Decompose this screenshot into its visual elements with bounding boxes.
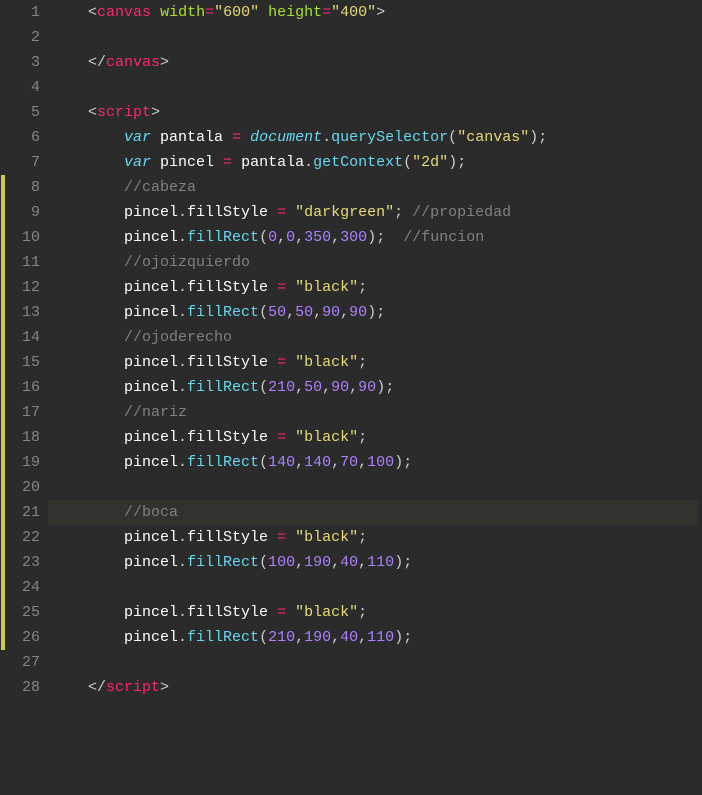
line-number: 20: [6, 475, 40, 500]
code-line[interactable]: pincel.fillRect(0,0,350,300); //funcion: [48, 225, 698, 250]
line-number: 4: [6, 75, 40, 100]
code-line[interactable]: //cabeza: [48, 175, 698, 200]
code-line[interactable]: //ojoderecho: [48, 325, 698, 350]
code-line[interactable]: [48, 650, 698, 675]
code-line[interactable]: <script>: [48, 100, 698, 125]
change-marker: [1, 425, 5, 450]
line-number: 1: [6, 0, 40, 25]
code-area[interactable]: <canvas width="600" height="400"> </canv…: [48, 0, 702, 795]
line-number: 13: [6, 300, 40, 325]
line-number: 5: [6, 100, 40, 125]
change-marker: [1, 225, 5, 250]
code-line[interactable]: pincel.fillStyle = "black";: [48, 425, 698, 450]
change-marker: [1, 625, 5, 650]
line-number: 11: [6, 250, 40, 275]
code-line[interactable]: pincel.fillStyle = "black";: [48, 275, 698, 300]
line-number: 22: [6, 525, 40, 550]
line-number: 6: [6, 125, 40, 150]
change-marker: [1, 375, 5, 400]
line-number: 7: [6, 150, 40, 175]
line-number: 10: [6, 225, 40, 250]
change-marker: [1, 550, 5, 575]
line-number: 14: [6, 325, 40, 350]
line-number: 8: [6, 175, 40, 200]
code-editor[interactable]: 1234567891011121314151617181920212223242…: [0, 0, 702, 795]
line-number: 26: [6, 625, 40, 650]
code-line[interactable]: //nariz: [48, 400, 698, 425]
code-line[interactable]: pincel.fillRect(210,50,90,90);: [48, 375, 698, 400]
change-marker: [1, 450, 5, 475]
code-line[interactable]: pincel.fillRect(50,50,90,90);: [48, 300, 698, 325]
line-number: 25: [6, 600, 40, 625]
change-marker: [1, 575, 5, 600]
code-line[interactable]: </script>: [48, 675, 698, 700]
change-marker: [1, 500, 5, 525]
line-number: 17: [6, 400, 40, 425]
line-number: 27: [6, 650, 40, 675]
change-marker: [1, 200, 5, 225]
line-number-gutter: 1234567891011121314151617181920212223242…: [6, 0, 48, 795]
code-line[interactable]: pincel.fillStyle = "black";: [48, 350, 698, 375]
code-line[interactable]: [48, 75, 698, 100]
code-line[interactable]: var pincel = pantala.getContext("2d");: [48, 150, 698, 175]
code-line[interactable]: pincel.fillStyle = "black";: [48, 600, 698, 625]
change-marker: [1, 400, 5, 425]
code-line[interactable]: <canvas width="600" height="400">: [48, 0, 698, 25]
line-number: 2: [6, 25, 40, 50]
line-number: 23: [6, 550, 40, 575]
code-line[interactable]: [48, 475, 698, 500]
line-number: 12: [6, 275, 40, 300]
change-marker: [1, 525, 5, 550]
change-marker: [1, 275, 5, 300]
line-number: 18: [6, 425, 40, 450]
change-marker: [1, 350, 5, 375]
code-line[interactable]: //boca: [48, 500, 698, 525]
code-line[interactable]: var pantala = document.querySelector("ca…: [48, 125, 698, 150]
line-number: 24: [6, 575, 40, 600]
change-marker: [1, 475, 5, 500]
code-line[interactable]: pincel.fillRect(100,190,40,110);: [48, 550, 698, 575]
code-line[interactable]: </canvas>: [48, 50, 698, 75]
change-marker: [1, 250, 5, 275]
change-marker: [1, 300, 5, 325]
code-line[interactable]: pincel.fillStyle = "black";: [48, 525, 698, 550]
code-line[interactable]: pincel.fillRect(140,140,70,100);: [48, 450, 698, 475]
line-number: 3: [6, 50, 40, 75]
line-number: 28: [6, 675, 40, 700]
code-line[interactable]: [48, 25, 698, 50]
line-number: 19: [6, 450, 40, 475]
change-marker: [1, 325, 5, 350]
change-marker: [1, 175, 5, 200]
code-line[interactable]: pincel.fillStyle = "darkgreen"; //propie…: [48, 200, 698, 225]
line-number: 9: [6, 200, 40, 225]
code-line[interactable]: pincel.fillRect(210,190,40,110);: [48, 625, 698, 650]
line-number: 15: [6, 350, 40, 375]
code-line[interactable]: //ojoizquierdo: [48, 250, 698, 275]
line-number: 21: [6, 500, 40, 525]
change-marker: [1, 600, 5, 625]
line-number: 16: [6, 375, 40, 400]
code-line[interactable]: [48, 575, 698, 600]
